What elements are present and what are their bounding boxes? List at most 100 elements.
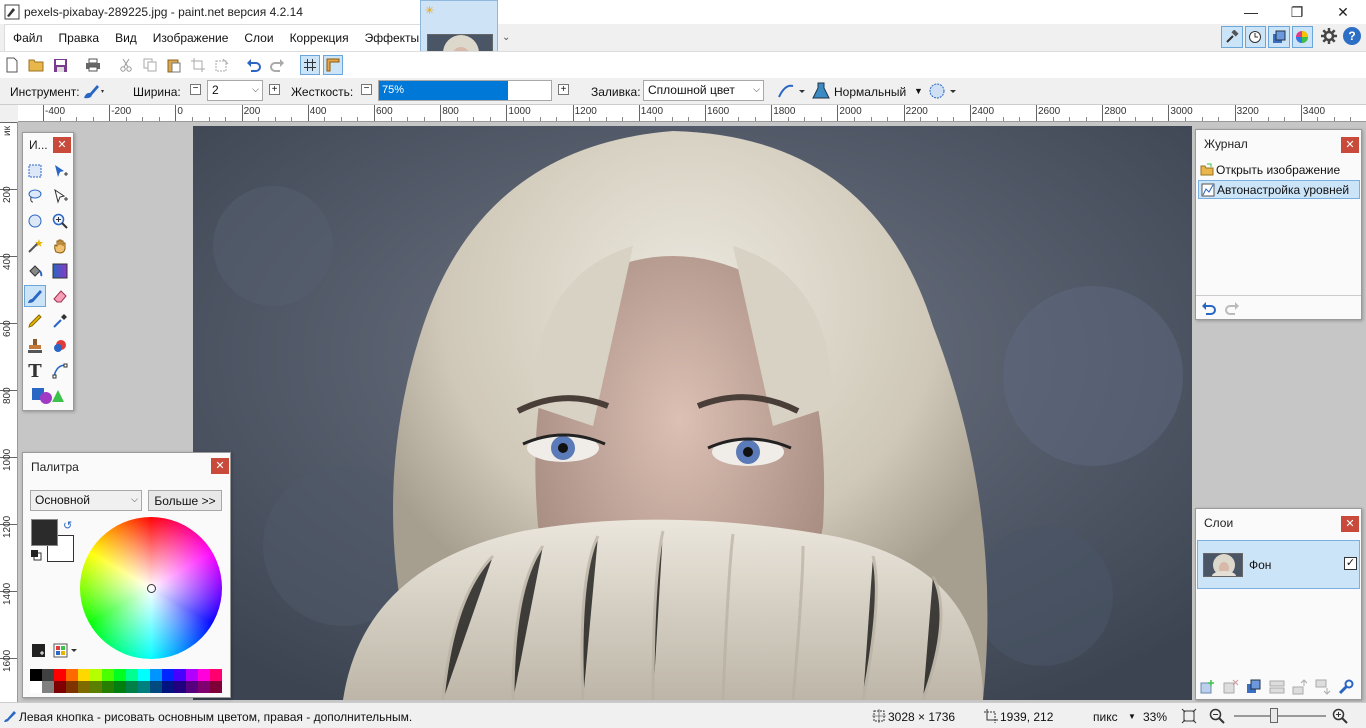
- menu-image[interactable]: Изображение: [145, 31, 237, 45]
- palette-swatch[interactable]: [210, 681, 222, 693]
- palette-swatch[interactable]: [78, 681, 90, 693]
- help-button[interactable]: ?: [1343, 27, 1361, 45]
- eraser-tool[interactable]: [49, 285, 71, 307]
- settings-button[interactable]: [1320, 27, 1338, 45]
- palette-swatch[interactable]: [138, 681, 150, 693]
- layer-properties-button[interactable]: [1338, 679, 1354, 695]
- palette-swatch[interactable]: [186, 669, 198, 681]
- minimize-button[interactable]: —: [1228, 0, 1274, 24]
- maximize-button[interactable]: ❐: [1274, 0, 1320, 24]
- paste-button[interactable]: [164, 55, 184, 75]
- selection-mode-button[interactable]: [928, 82, 958, 100]
- palette-swatch[interactable]: [30, 669, 42, 681]
- palette-swatch[interactable]: [114, 669, 126, 681]
- blend-mode-selector[interactable]: [812, 82, 830, 100]
- palette-swatch[interactable]: [66, 681, 78, 693]
- add-palette-color-button[interactable]: [31, 643, 46, 658]
- layer-visibility-checkbox[interactable]: ✓: [1344, 557, 1357, 570]
- tool-selector[interactable]: [82, 82, 106, 100]
- chevron-down-icon[interactable]: ▼: [1128, 712, 1136, 721]
- history-redo-button[interactable]: [1224, 301, 1240, 315]
- color-wheel-cursor[interactable]: [147, 584, 156, 593]
- rulers-button[interactable]: [323, 55, 343, 75]
- history-item-open[interactable]: Открыть изображение: [1198, 161, 1360, 180]
- text-tool[interactable]: T: [24, 360, 46, 382]
- palette-swatch[interactable]: [78, 669, 90, 681]
- tools-panel-close-button[interactable]: ✕: [53, 137, 71, 153]
- antialias-button[interactable]: [777, 82, 807, 100]
- colors-toggle-button[interactable]: [1291, 26, 1313, 48]
- history-panel-close-button[interactable]: ✕: [1341, 137, 1359, 153]
- palette-swatch[interactable]: [102, 669, 114, 681]
- lasso-select-tool[interactable]: [24, 185, 46, 207]
- print-button[interactable]: [83, 55, 103, 75]
- palette-swatch[interactable]: [198, 681, 210, 693]
- pan-tool[interactable]: [49, 235, 71, 257]
- palette-swatch[interactable]: [42, 669, 54, 681]
- palette-swatch[interactable]: [90, 681, 102, 693]
- history-undo-button[interactable]: [1201, 301, 1217, 315]
- new-button[interactable]: [2, 55, 22, 75]
- layers-toggle-button[interactable]: [1268, 26, 1290, 48]
- line-curve-tool[interactable]: [49, 360, 71, 382]
- palette-swatch[interactable]: [102, 681, 114, 693]
- image-canvas[interactable]: [193, 126, 1192, 700]
- palette-swatch[interactable]: [30, 681, 42, 693]
- history-toggle-button[interactable]: [1244, 26, 1266, 48]
- palette-swatch[interactable]: [162, 681, 174, 693]
- layer-row[interactable]: Фон ✓: [1197, 540, 1360, 589]
- copy-button[interactable]: [140, 55, 160, 75]
- width-combo[interactable]: 2 ⌵: [207, 80, 263, 101]
- palette-swatch[interactable]: [150, 681, 162, 693]
- gradient-tool[interactable]: [49, 260, 71, 282]
- move-selection-tool[interactable]: [49, 185, 71, 207]
- menu-view[interactable]: Вид: [107, 31, 145, 45]
- palette-menu-button[interactable]: [53, 643, 79, 658]
- color-picker-tool[interactable]: [49, 310, 71, 332]
- palette-swatch[interactable]: [126, 681, 138, 693]
- hardness-increase-button[interactable]: +: [558, 84, 569, 95]
- palette-swatch[interactable]: [42, 681, 54, 693]
- palette-swatch[interactable]: [126, 669, 138, 681]
- save-button[interactable]: [50, 55, 70, 75]
- ellipse-select-tool[interactable]: [24, 210, 46, 232]
- rectangle-select-tool[interactable]: [24, 160, 46, 182]
- tools-toggle-button[interactable]: [1221, 26, 1243, 48]
- menu-effects[interactable]: Эффекты: [357, 31, 428, 45]
- zoom-tool[interactable]: [49, 210, 71, 232]
- paint-bucket-tool[interactable]: [24, 260, 46, 282]
- color-wheel[interactable]: [80, 517, 222, 659]
- palette-swatch[interactable]: [210, 669, 222, 681]
- crop-button[interactable]: [188, 55, 208, 75]
- zoom-in-button[interactable]: [1332, 708, 1348, 724]
- redo-button[interactable]: [267, 55, 287, 75]
- zoom-out-button[interactable]: [1209, 708, 1225, 724]
- layers-panel-close-button[interactable]: ✕: [1341, 516, 1359, 532]
- unit-selector[interactable]: пикс: [1093, 710, 1118, 724]
- delete-layer-button[interactable]: [1223, 679, 1239, 695]
- menu-edit[interactable]: Правка: [51, 31, 108, 45]
- pencil-tool[interactable]: [24, 310, 46, 332]
- hardness-slider[interactable]: 75%: [378, 80, 552, 101]
- move-layer-up-button[interactable]: [1292, 679, 1308, 695]
- blend-mode-value[interactable]: Нормальный: [834, 85, 906, 99]
- zoom-level[interactable]: 33%: [1143, 710, 1167, 724]
- fill-combo[interactable]: Сплошной цвет ⌵: [643, 80, 764, 101]
- palette-mode-combo[interactable]: Основной ⌵: [30, 490, 142, 511]
- recolor-tool[interactable]: [49, 335, 71, 357]
- add-layer-button[interactable]: [1200, 679, 1216, 695]
- more-button[interactable]: Больше >>: [148, 490, 222, 511]
- duplicate-layer-button[interactable]: [1246, 679, 1262, 695]
- zoom-slider-thumb[interactable]: [1269, 708, 1278, 723]
- palette-swatch[interactable]: [150, 669, 162, 681]
- hardness-decrease-button[interactable]: −: [361, 84, 372, 95]
- tabs-dropdown-icon[interactable]: ⌄: [502, 32, 510, 43]
- palette-swatch[interactable]: [54, 669, 66, 681]
- shapes-tool[interactable]: [29, 385, 65, 407]
- open-button[interactable]: [26, 55, 46, 75]
- primary-color-swatch[interactable]: [31, 519, 58, 546]
- palette-swatch[interactable]: [138, 669, 150, 681]
- width-decrease-button[interactable]: −: [190, 84, 201, 95]
- deselect-button[interactable]: [212, 55, 232, 75]
- move-layer-down-button[interactable]: [1315, 679, 1331, 695]
